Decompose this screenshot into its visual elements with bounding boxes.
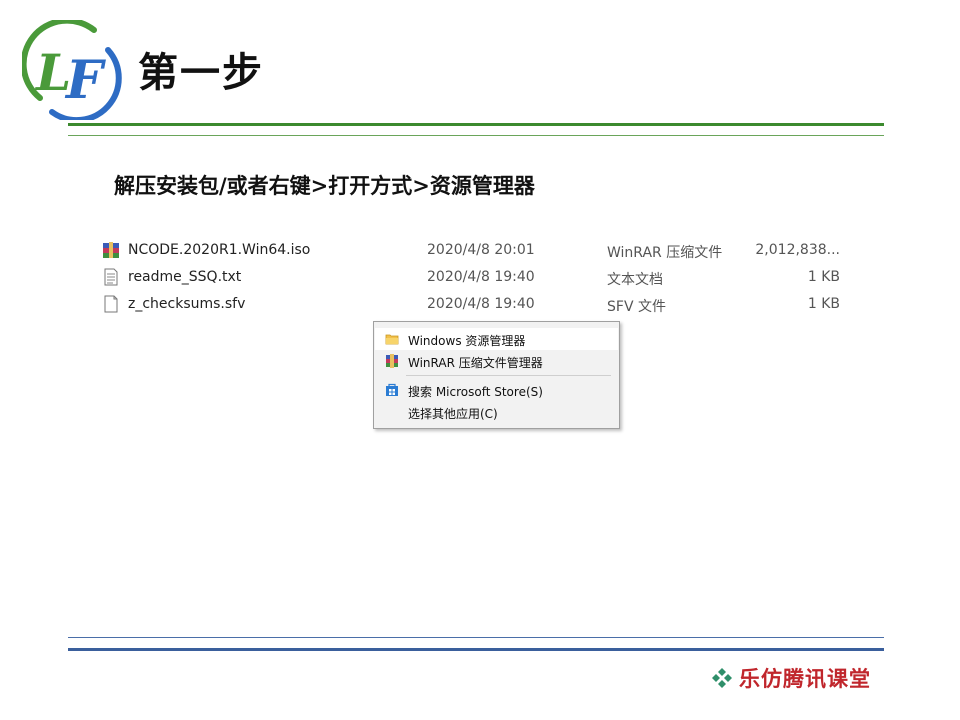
file-type: WinRAR 压缩文件 [607,245,723,261]
file-row[interactable]: readme_SSQ.txt 2020/4/8 19:40 文本文档 1 KB [80,264,860,290]
winrar-archive-icon [103,242,119,258]
diamond-cluster-icon [712,668,732,688]
svg-text:F: F [64,50,106,111]
menu-item-label: 选择其他应用(C) [408,407,498,421]
text-file-icon [104,268,118,286]
menu-item-microsoft-store[interactable]: 搜索 Microsoft Store(S) [375,379,618,401]
file-row[interactable]: z_checksums.sfv 2020/4/8 19:40 SFV 文件 1 … [80,291,860,317]
file-size: 1 KB [807,269,840,285]
folder-icon [385,334,399,345]
menu-item-choose-another-app[interactable]: 选择其他应用(C) [375,401,618,423]
file-list: NCODE.2020R1.Win64.iso 2020/4/8 20:01 Wi… [80,228,860,320]
store-icon [386,383,398,396]
file-size: 1 KB [807,296,840,312]
menu-item-label: 搜索 Microsoft Store(S) [408,385,543,399]
file-type: 文本文档 [607,272,663,288]
file-name: NCODE.2020R1.Win64.iso [128,242,311,258]
blank-file-icon [104,295,118,313]
file-date: 2020/4/8 19:40 [427,269,535,285]
file-type: SFV 文件 [607,299,666,315]
brand-name: 乐仿腾讯课堂 [739,666,871,691]
menu-item-label: WinRAR 压缩文件管理器 [408,356,543,370]
menu-item-label: Windows 资源管理器 [408,334,526,348]
file-row[interactable]: NCODE.2020R1.Win64.iso 2020/4/8 20:01 Wi… [80,237,860,263]
file-date: 2020/4/8 19:40 [427,296,535,312]
file-size: 2,012,838... [755,242,840,258]
footer-divider-thin [68,637,884,638]
footer-divider [68,648,884,651]
title-divider-thin [68,135,884,136]
menu-separator [406,375,611,376]
title-divider [68,123,884,126]
file-name: z_checksums.sfv [128,296,246,312]
open-with-context-menu: Windows 资源管理器 WinRAR 压缩文件管理器 搜索 Microsof… [373,321,620,429]
file-date: 2020/4/8 20:01 [427,242,535,258]
winrar-icon [386,354,398,368]
menu-item-windows-explorer[interactable]: Windows 资源管理器 [375,328,618,350]
slide-title: 第一步 [138,50,264,96]
lf-logo: L F [22,20,122,120]
menu-item-winrar[interactable]: WinRAR 压缩文件管理器 [375,350,618,372]
instruction-text: 解压安装包/或者右键>打开方式>资源管理器 [114,173,535,198]
file-name: readme_SSQ.txt [128,269,242,285]
